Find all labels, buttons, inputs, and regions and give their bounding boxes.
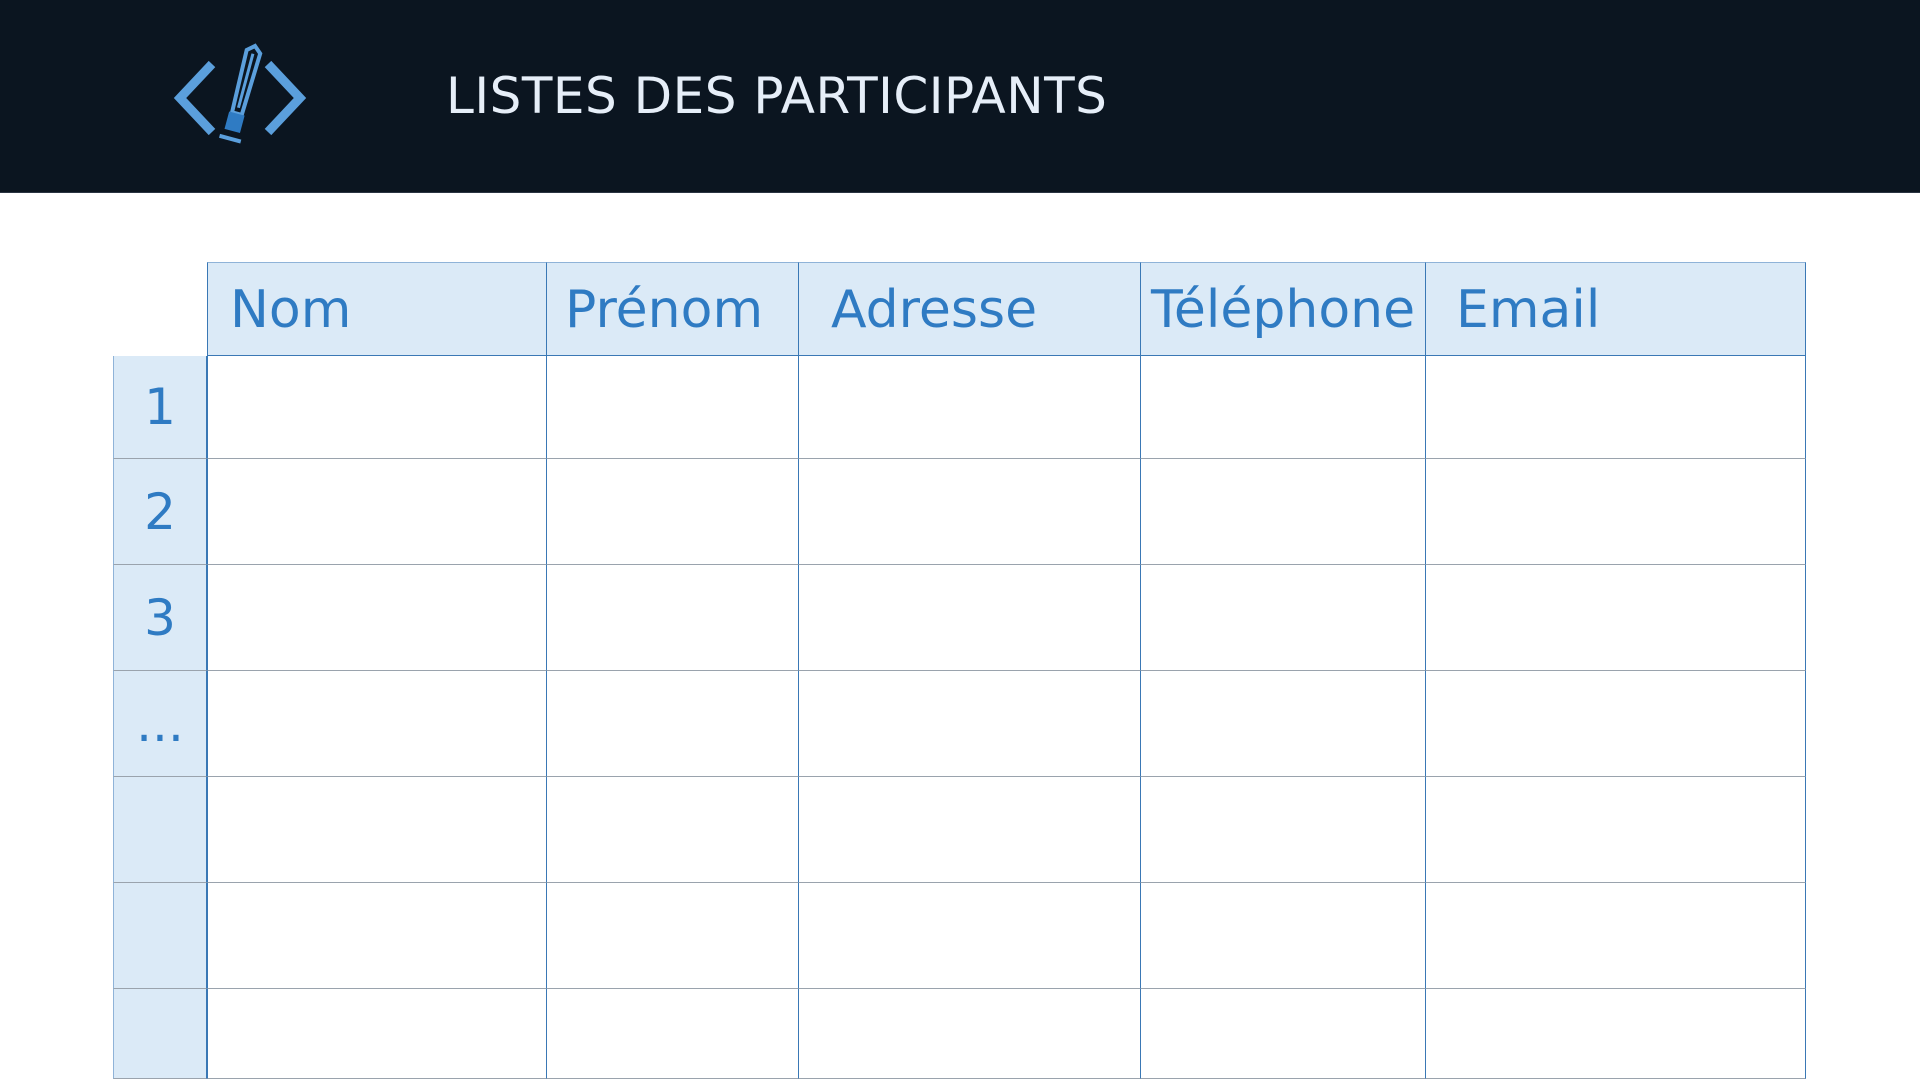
table-cell-nom[interactable] xyxy=(207,883,547,989)
table-cell-prenom[interactable] xyxy=(547,989,799,1079)
table-cell-adresse[interactable] xyxy=(799,356,1141,459)
table-cell-nom[interactable] xyxy=(207,459,547,565)
row-number: 1 xyxy=(113,356,207,459)
row-number: ... xyxy=(113,671,207,777)
table-cell-nom[interactable] xyxy=(207,989,547,1079)
table-cell-nom[interactable] xyxy=(207,356,547,459)
table-cell-email[interactable] xyxy=(1426,356,1806,459)
table-cell-telephone[interactable] xyxy=(1141,565,1426,671)
table-cell-prenom[interactable] xyxy=(547,671,799,777)
row-number xyxy=(113,777,207,883)
table-cell-email[interactable] xyxy=(1426,565,1806,671)
table-cell-prenom[interactable] xyxy=(547,883,799,989)
column-header-adresse: Adresse xyxy=(799,262,1141,356)
table-cell-prenom[interactable] xyxy=(547,777,799,883)
table-cell-prenom[interactable] xyxy=(547,356,799,459)
table-cell-nom[interactable] xyxy=(207,565,547,671)
column-header-email: Email xyxy=(1426,262,1806,356)
participants-table: Nom Prénom Adresse Téléphone Email 1 2 3... xyxy=(0,0,1920,1080)
row-number: 2 xyxy=(113,459,207,565)
row-number xyxy=(113,989,207,1079)
table-cell-telephone[interactable] xyxy=(1141,356,1426,459)
table-cell-email[interactable] xyxy=(1426,989,1806,1079)
column-header-prenom: Prénom xyxy=(547,262,799,356)
table-cell-adresse[interactable] xyxy=(799,459,1141,565)
table-cell-email[interactable] xyxy=(1426,459,1806,565)
table-cell-email[interactable] xyxy=(1426,777,1806,883)
column-header-telephone: Téléphone xyxy=(1141,262,1426,356)
table-cell-adresse[interactable] xyxy=(799,989,1141,1079)
table-cell-adresse[interactable] xyxy=(799,671,1141,777)
table-cell-nom[interactable] xyxy=(207,777,547,883)
table-cell-telephone[interactable] xyxy=(1141,459,1426,565)
table-cell-telephone[interactable] xyxy=(1141,883,1426,989)
table-cell-telephone[interactable] xyxy=(1141,777,1426,883)
table-cell-telephone[interactable] xyxy=(1141,989,1426,1079)
table-cell-email[interactable] xyxy=(1426,671,1806,777)
row-number: 3 xyxy=(113,565,207,671)
table-cell-prenom[interactable] xyxy=(547,459,799,565)
table-cell-nom[interactable] xyxy=(207,671,547,777)
column-header-nom: Nom xyxy=(207,262,547,356)
table-cell-adresse[interactable] xyxy=(799,777,1141,883)
table-cell-adresse[interactable] xyxy=(799,883,1141,989)
row-number xyxy=(113,883,207,989)
table-cell-email[interactable] xyxy=(1426,883,1806,989)
table-cell-adresse[interactable] xyxy=(799,565,1141,671)
table-cell-prenom[interactable] xyxy=(547,565,799,671)
table-cell-telephone[interactable] xyxy=(1141,671,1426,777)
